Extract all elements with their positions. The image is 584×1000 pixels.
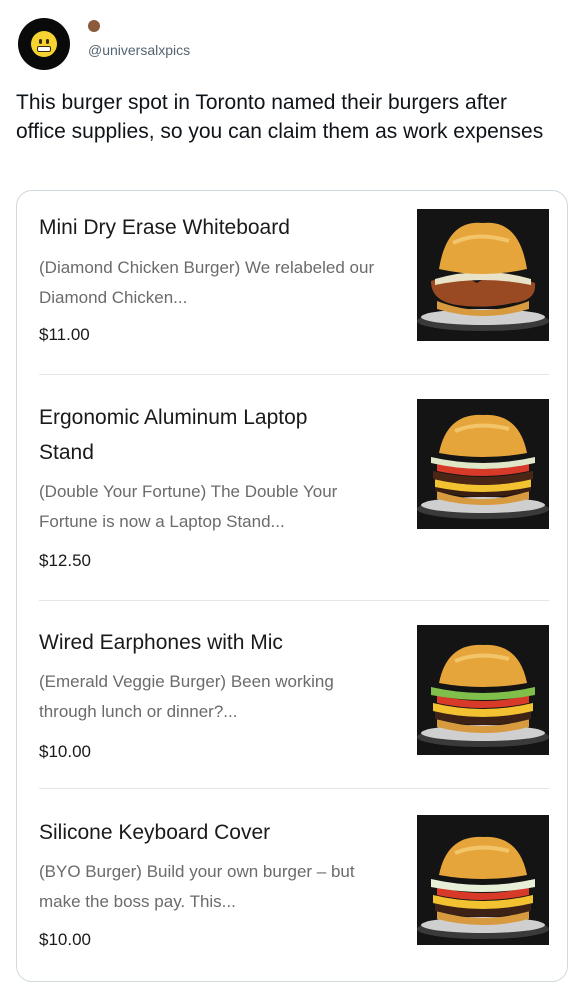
menu-item-price: $10.00 xyxy=(39,742,91,761)
menu-item-title: Mini Dry Erase Whiteboard xyxy=(39,216,290,239)
burger-image xyxy=(417,399,549,529)
tweet-header: @universalxpics xyxy=(14,14,570,70)
burger-image xyxy=(417,209,549,341)
menu-item-description: (BYO Burger) Build your own burger – but… xyxy=(39,862,355,911)
menu-item[interactable]: Ergonomic Aluminum Laptop Stand (Double … xyxy=(17,375,567,600)
menu-item-description: (Double Your Fortune) The Double Your Fo… xyxy=(39,482,338,531)
tweet-text: This burger spot in Toronto named their … xyxy=(16,91,544,143)
burger-image xyxy=(417,625,549,755)
menu-card: Mini Dry Erase Whiteboard (Diamond Chick… xyxy=(16,190,568,982)
burger-image xyxy=(417,815,549,945)
user-handle[interactable]: @universalxpics xyxy=(88,42,190,58)
menu-item-description: (Emerald Veggie Burger) Been working thr… xyxy=(39,672,334,721)
grimace-emoji-icon xyxy=(31,31,57,57)
name-emoji-icon xyxy=(88,20,100,32)
menu-item-title: Silicone Keyboard Cover xyxy=(39,821,271,844)
menu-item-title: Wired Earphones with Mic xyxy=(39,631,283,654)
menu-item[interactable]: Wired Earphones with Mic (Emerald Veggie… xyxy=(17,600,567,788)
menu-item-price: $10.00 xyxy=(39,930,91,949)
menu-item[interactable]: Mini Dry Erase Whiteboard (Diamond Chick… xyxy=(17,191,567,375)
avatar[interactable] xyxy=(18,18,70,70)
menu-item[interactable]: Silicone Keyboard Cover (BYO Burger) Bui… xyxy=(17,788,567,981)
menu-item-price: $11.00 xyxy=(39,325,90,344)
menu-item-description: (Diamond Chicken Burger) We relabeled ou… xyxy=(39,258,375,307)
menu-item-title: Ergonomic Aluminum Laptop Stand xyxy=(39,406,308,464)
menu-item-price: $12.50 xyxy=(39,551,91,570)
